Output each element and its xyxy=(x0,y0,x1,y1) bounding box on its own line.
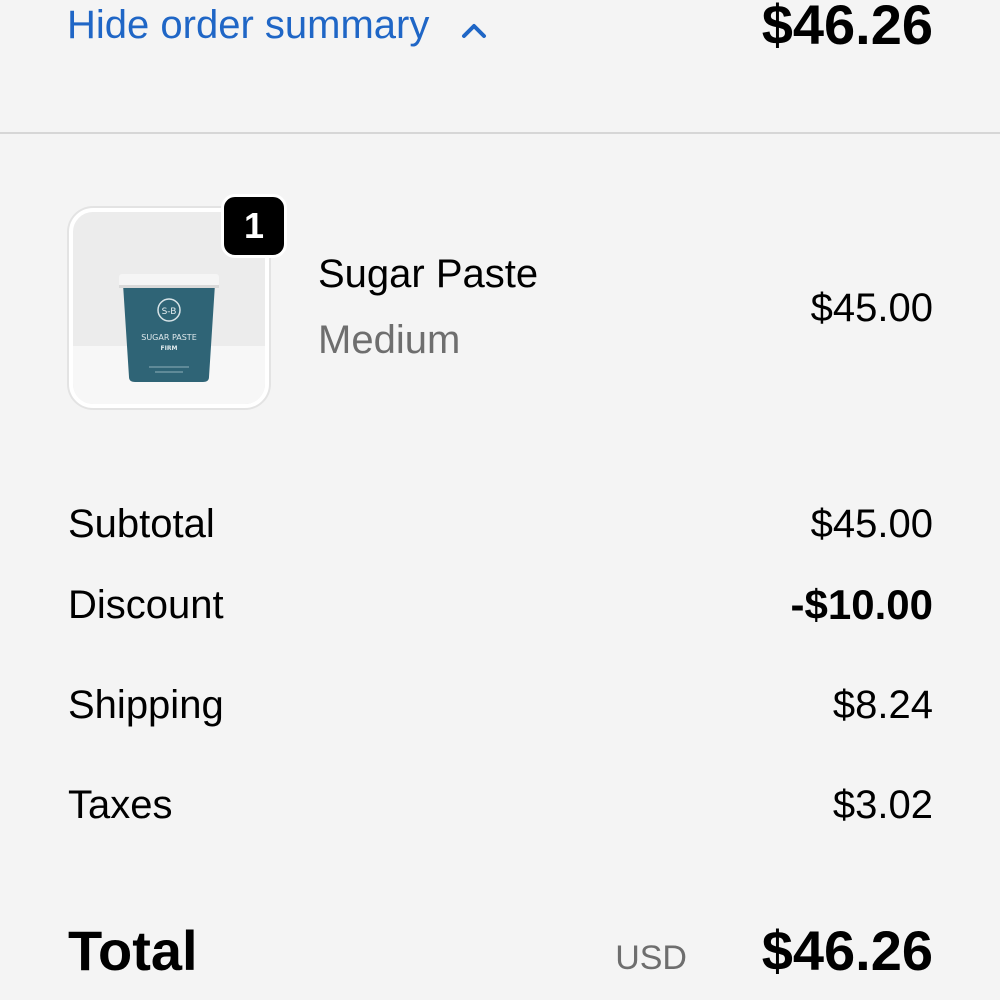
subtotal-label: Subtotal xyxy=(68,502,215,546)
taxes-value: $3.02 xyxy=(832,783,933,827)
product-price: $45.00 xyxy=(810,286,933,330)
total-row: Total USD $46.26 xyxy=(68,918,933,984)
shipping-label: Shipping xyxy=(68,683,224,727)
discount-row: Discount -$10.00 xyxy=(68,580,933,630)
header-total-amount: $46.26 xyxy=(761,0,933,56)
quantity-badge: 1 xyxy=(221,194,287,258)
tub-label-line2: FIRM xyxy=(161,345,178,352)
tub-label-line1: SUGAR PASTE xyxy=(141,333,197,342)
discount-label: Discount xyxy=(68,583,224,627)
taxes-label: Taxes xyxy=(68,783,173,827)
product-variant: Medium xyxy=(318,318,461,362)
shipping-row: Shipping $8.24 xyxy=(68,680,933,730)
subtotal-row: Subtotal $45.00 xyxy=(68,499,933,549)
brand-mark-text: S-B xyxy=(162,307,177,317)
taxes-row: Taxes $3.02 xyxy=(68,780,933,830)
order-summary-header: Hide order summary $46.26 xyxy=(0,0,1000,134)
chevron-up-icon xyxy=(459,10,489,40)
line-item: S-B SUGAR PASTE FIRM 1 Sugar Paste Mediu… xyxy=(0,188,1000,418)
subtotal-value: $45.00 xyxy=(810,502,933,546)
shipping-value: $8.24 xyxy=(832,683,933,727)
toggle-label: Hide order summary xyxy=(67,3,430,47)
currency-code: USD xyxy=(615,939,687,977)
total-amount: $46.26 xyxy=(761,919,933,982)
discount-value: -$10.00 xyxy=(790,581,933,628)
hide-order-summary-toggle[interactable]: Hide order summary xyxy=(67,2,489,48)
total-label: Total xyxy=(68,919,198,982)
product-name: Sugar Paste xyxy=(318,252,539,296)
